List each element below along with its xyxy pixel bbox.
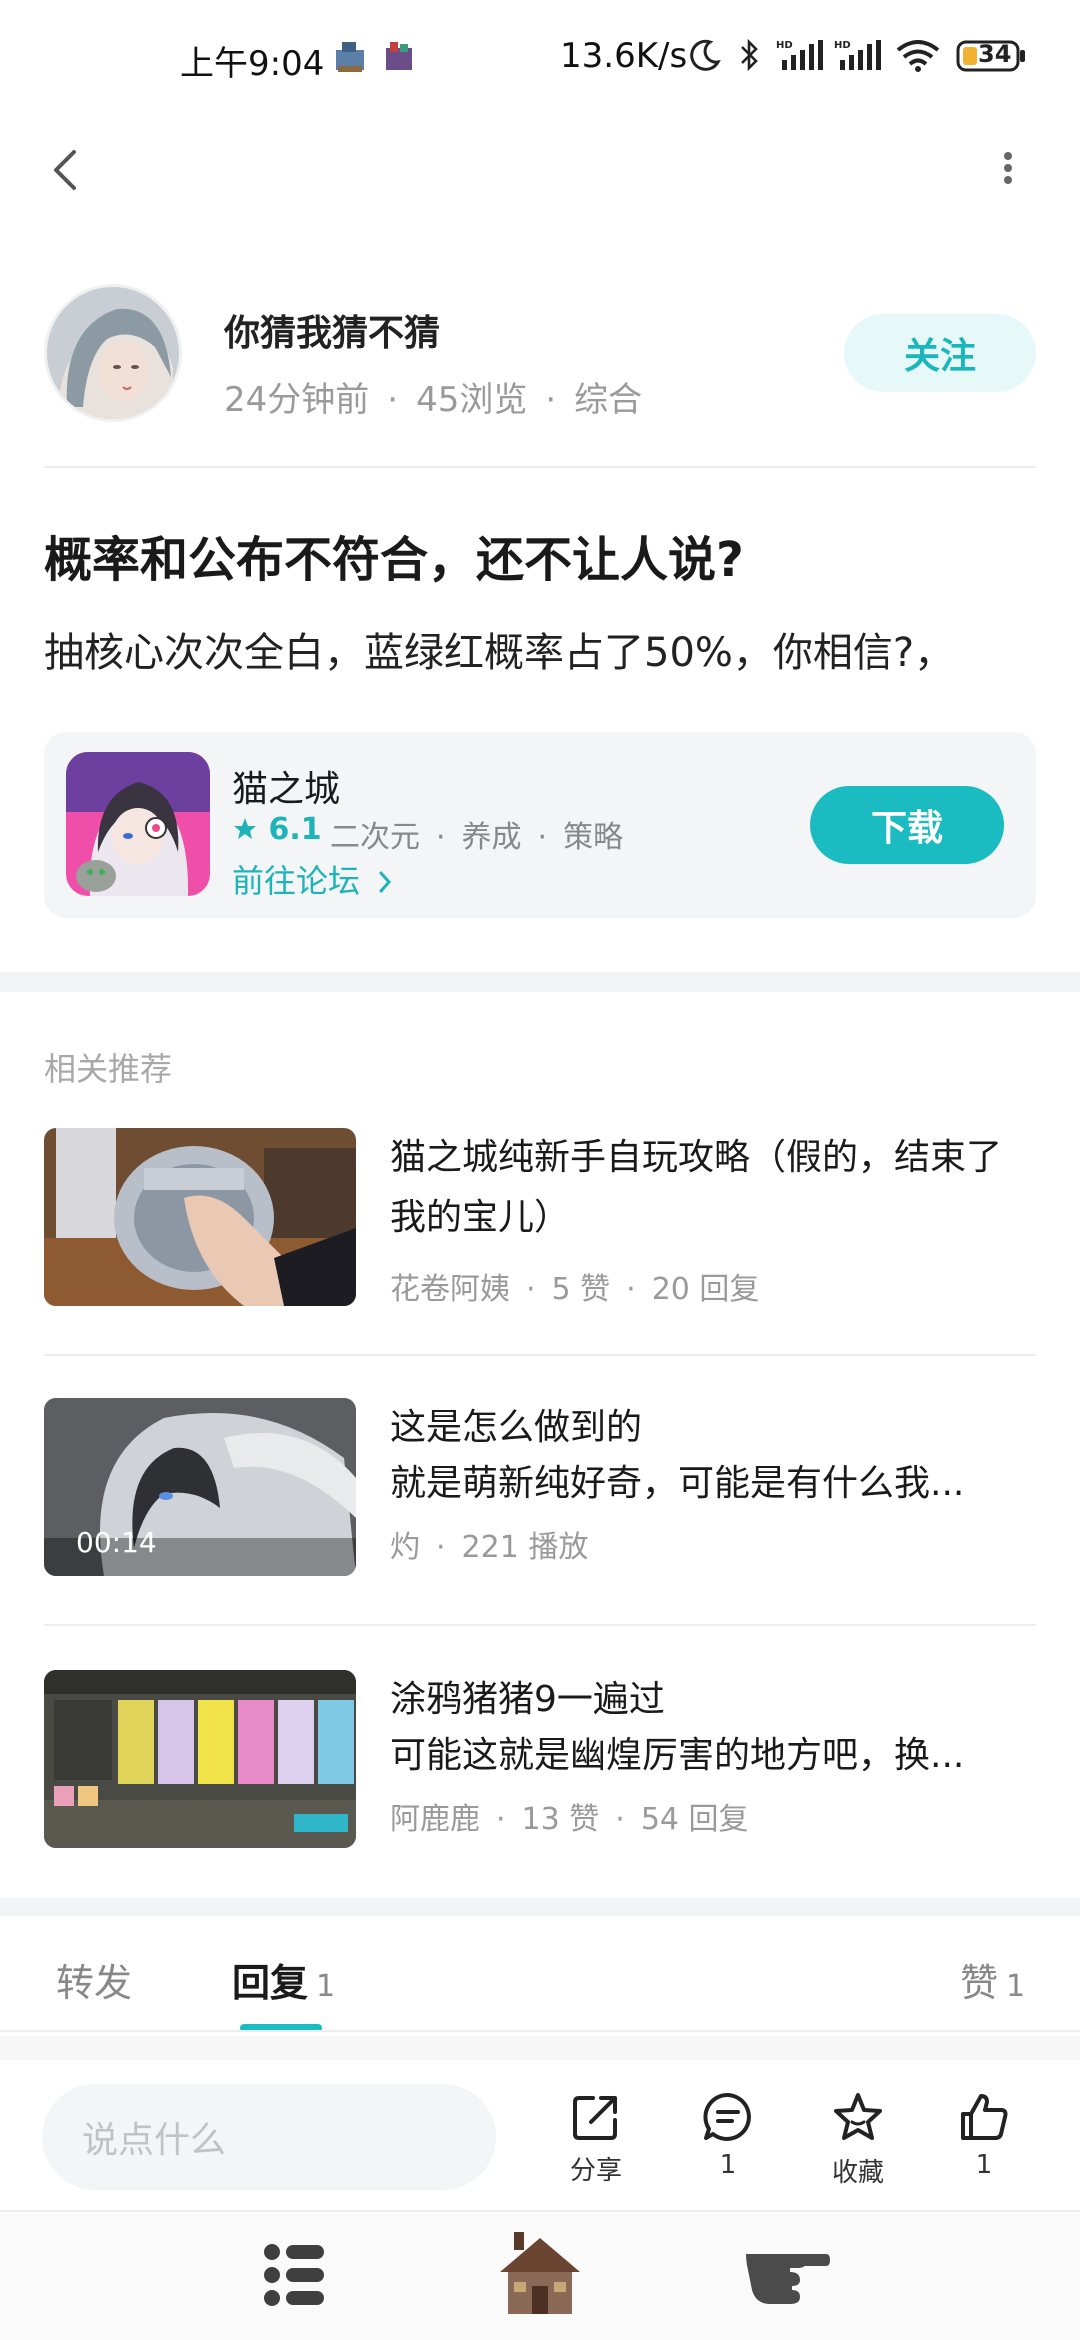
post-thumbnail (44, 1670, 356, 1848)
tab-reply-label: 回复 (232, 1961, 309, 2005)
star-icon (234, 818, 256, 839)
post-stats: 灼 · 221 播放 (390, 1530, 589, 1565)
post-title: 这是怎么做到的 (390, 1407, 643, 1448)
reply-count: 20 回复 (651, 1272, 760, 1307)
signal-icon: HD (776, 38, 824, 72)
post-time: 24分钟前 (224, 380, 370, 420)
post-excerpt: 就是萌新纯好奇，可能是有什么我... (390, 1463, 965, 1504)
reply-count: 54 回复 (640, 1802, 749, 1837)
post-body: 抽核心次次全白，蓝绿红概率占了50%，你相信?， (44, 630, 955, 676)
like-count: 5 赞 (551, 1272, 611, 1307)
signal-icon: HD (834, 38, 882, 72)
post-category[interactable]: 综合 (574, 380, 642, 420)
status-time: 上午9:04 (180, 44, 325, 84)
game-name: 猫之城 (232, 769, 341, 810)
post-title: 概率和公布不符合，还不让人说? (44, 532, 744, 588)
comment-count: 1 (719, 2150, 737, 2180)
section-divider (0, 2036, 1080, 2060)
game-tag: 二次元 (330, 820, 420, 855)
more-vertical-icon (1004, 152, 1012, 184)
section-divider (0, 972, 1080, 992)
battery-level: 34 (978, 40, 1012, 68)
divider (44, 1624, 1036, 1626)
follow-button[interactable]: 关注 (844, 314, 1036, 392)
post-excerpt: 可能这就是幽煌厉害的地方吧，换... (390, 1735, 965, 1776)
wifi-icon (894, 38, 942, 72)
video-thumbnail: 00:14 (44, 1398, 356, 1576)
divider (44, 466, 1036, 468)
share-button[interactable]: 分享 (546, 2090, 646, 2187)
tab-like-label: 赞 (960, 1961, 999, 2005)
network-speed: 13.6K/s (560, 36, 688, 76)
list-item[interactable]: 00:14 这是怎么做到的 就是萌新纯好奇，可能是有什么我... 灼 · 221 播… (44, 1398, 1036, 1578)
app-notification-icon (332, 38, 370, 72)
thumbs-up-icon (961, 2094, 1008, 2140)
app-notification-icon (380, 38, 418, 72)
chevron-right-icon (379, 871, 392, 893)
game-icon (66, 752, 210, 896)
post-author: 灼 (390, 1530, 420, 1565)
tab-like-count: 1 (1006, 1969, 1026, 2004)
avatar[interactable] (44, 284, 182, 422)
game-tag: 策略 (563, 820, 624, 855)
comment-input[interactable]: 说点什么 (42, 2084, 496, 2190)
post-meta: 24分钟前 · 45浏览 · 综合 (224, 380, 643, 420)
house-icon (500, 2232, 580, 2314)
pointing-hand-icon (746, 2254, 830, 2304)
home-button[interactable] (496, 2228, 584, 2324)
status-bar: 上午9:04 13.6K/s HD HD 34 (0, 0, 1080, 120)
bluetooth-icon (738, 38, 762, 72)
comment-icon (703, 2092, 751, 2141)
post-thumbnail (44, 1128, 356, 1306)
post-author: 阿鹿鹿 (390, 1802, 480, 1837)
list-item[interactable]: 猫之城纯新手自玩攻略（假的，结束了 我的宝儿） 花卷阿姨 · 5 赞 · 20 回复 (44, 1128, 1036, 1308)
share-icon (573, 2096, 617, 2140)
section-divider (0, 1898, 1080, 1916)
tab-repost[interactable]: 转发 (56, 1952, 132, 2007)
back-nav-button[interactable] (740, 2240, 832, 2318)
play-count: 221 播放 (461, 1530, 589, 1565)
section-heading: 相关推荐 (44, 1050, 173, 1088)
divider (0, 2030, 1080, 2032)
tab-like[interactable]: 赞1 (960, 1952, 1025, 2007)
game-rating: 6.1 (232, 812, 322, 847)
like-count: 1 (975, 2150, 993, 2180)
share-label: 分享 (569, 2156, 622, 2186)
video-duration: 00:14 (76, 1526, 157, 1559)
author-name[interactable]: 你猜我猜不猜 (224, 304, 440, 356)
forum-link[interactable]: 前往论坛 (232, 856, 394, 902)
rating-value: 6.1 (268, 812, 322, 847)
post-title: 涂鸦猪猪9一遍过 (390, 1679, 665, 1720)
collect-label: 收藏 (831, 2158, 884, 2188)
tab-reply[interactable]: 回复 1 (232, 1952, 335, 2007)
like-button[interactable]: 1 (934, 2090, 1034, 2180)
game-tags: 二次元 · 养成 · 策略 (330, 820, 624, 855)
star-icon (834, 2093, 882, 2140)
svg-text:HD: HD (834, 40, 851, 51)
post-stats: 阿鹿鹿 · 13 赞 · 54 回复 (390, 1802, 749, 1837)
moon-icon (688, 38, 722, 72)
post-title-continued: 我的宝儿） (390, 1197, 571, 1238)
like-count: 13 赞 (521, 1802, 600, 1837)
more-options-button[interactable] (996, 148, 1020, 188)
view-count: 45浏览 (416, 380, 528, 420)
post-title: 猫之城纯新手自玩攻略（假的，结束了 (390, 1137, 1003, 1178)
download-button[interactable]: 下载 (810, 786, 1004, 864)
menu-button[interactable] (262, 2240, 326, 2314)
list-item[interactable]: 涂鸦猪猪9一遍过 可能这就是幽煌厉害的地方吧，换... 阿鹿鹿 · 13 赞 · 54 … (44, 1670, 1036, 1850)
game-tag: 养成 (461, 820, 522, 855)
chevron-left-icon (54, 150, 76, 190)
svg-text:HD: HD (776, 40, 793, 51)
system-nav-bar (0, 2210, 1080, 2340)
forum-link-label: 前往论坛 (232, 862, 361, 900)
menu-list-icon (264, 2244, 324, 2306)
post-stats: 花卷阿姨 · 5 赞 · 20 回复 (390, 1272, 760, 1307)
tab-reply-count: 1 (316, 1969, 336, 2004)
comment-button[interactable]: 1 (678, 2090, 778, 2180)
collect-button[interactable]: 收藏 (808, 2090, 908, 2189)
back-button[interactable] (44, 140, 84, 200)
divider (44, 1354, 1036, 1356)
game-card[interactable]: 猫之城 6.1 二次元 · 养成 · 策略 前往论坛 下载 (44, 732, 1036, 918)
post-author: 花卷阿姨 (390, 1272, 510, 1307)
